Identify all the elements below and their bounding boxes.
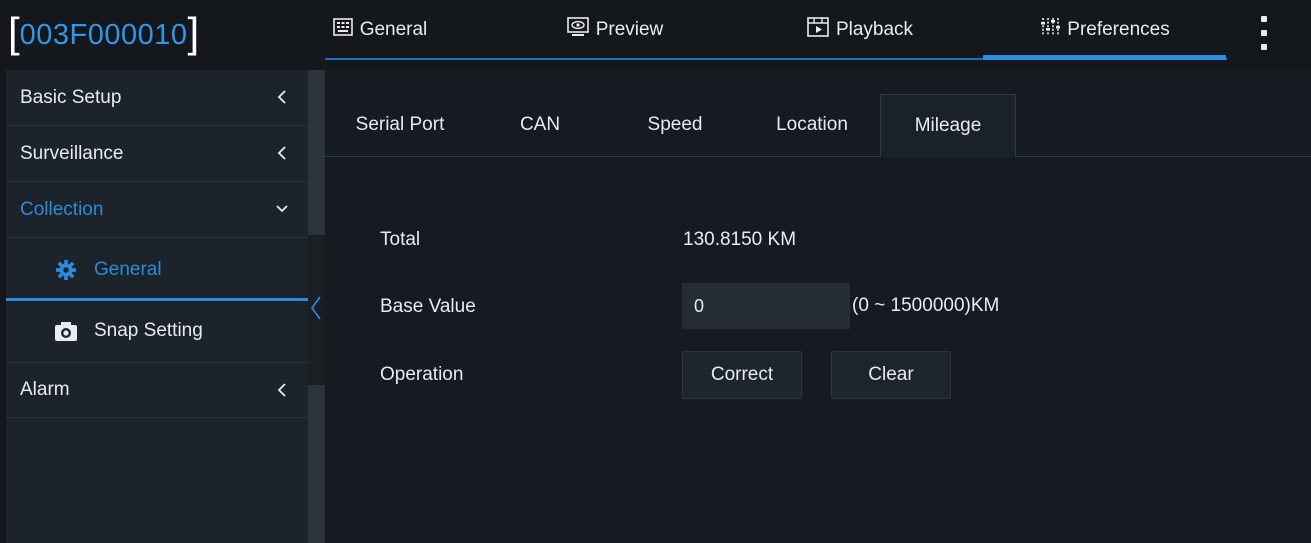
sidebar-item-basic-setup[interactable]: Basic Setup — [6, 70, 308, 126]
correct-button[interactable]: Correct — [682, 351, 802, 399]
nav-tab-preferences-label: Preferences — [1067, 19, 1170, 40]
subtab-bar: Serial Port CAN Speed Location Mileage — [325, 94, 1311, 157]
nav-active-indicator — [983, 55, 1226, 60]
chevron-left-icon — [277, 146, 286, 160]
sidebar-item-label: Alarm — [20, 379, 70, 400]
sidebar-item-label: Basic Setup — [20, 86, 122, 108]
chevron-left-icon — [277, 383, 286, 397]
gear-icon — [55, 259, 77, 281]
base-value-input[interactable] — [682, 283, 850, 329]
tab-label: Serial Port — [355, 114, 445, 135]
sidebar-item-label: Collection — [20, 198, 104, 220]
sidebar-item-alarm[interactable]: Alarm — [6, 362, 308, 418]
sidebar-subitem-general[interactable]: General — [6, 240, 308, 300]
sidebar-scrollbar-track — [308, 385, 325, 543]
more-vertical-icon[interactable] — [1258, 16, 1270, 50]
base-value-label: Base Value — [380, 296, 476, 317]
tab-mileage[interactable]: Mileage — [880, 94, 1016, 157]
tab-label: Mileage — [914, 114, 982, 136]
device-id-bracket-close: ] — [187, 9, 200, 56]
nav-tab-playback[interactable]: Playback — [795, 0, 925, 60]
chevron-left-icon — [277, 90, 286, 104]
nav-tab-general[interactable]: General — [320, 0, 440, 60]
sidebar: Basic Setup Surveillance Collection Gene… — [6, 70, 308, 543]
clear-button[interactable]: Clear — [831, 351, 951, 399]
nav-tab-general-label: General — [359, 19, 428, 40]
sidebar-item-surveillance[interactable]: Surveillance — [6, 126, 308, 182]
nav-tab-preferences[interactable]: Preferences — [1025, 0, 1185, 60]
device-id-label: [ 003F000010 ] — [8, 10, 199, 60]
tab-label: CAN — [519, 114, 561, 135]
nav-tab-playback-label: Playback — [835, 19, 914, 40]
nav-tab-preview-label: Preview — [595, 19, 664, 40]
sidebar-subitem-label: Snap Setting — [94, 320, 203, 341]
eye-icon — [566, 17, 589, 43]
device-id-text: 003F000010 — [19, 18, 188, 51]
sliders-icon — [1040, 17, 1061, 43]
tab-location[interactable]: Location — [755, 94, 869, 156]
base-value-range: (0 ~ 1500000)KM — [852, 295, 1000, 316]
chevron-down-icon — [276, 205, 288, 213]
sidebar-scrollbar-thumb[interactable] — [308, 70, 325, 235]
keyboard-icon — [332, 18, 353, 42]
sidebar-item-label: Surveillance — [20, 142, 124, 164]
tab-serial-port[interactable]: Serial Port — [333, 94, 467, 156]
total-value: 130.8150 KM — [683, 229, 797, 250]
tab-label: Speed — [647, 114, 703, 135]
device-id-bracket-open: [ — [8, 9, 20, 56]
total-label: Total — [380, 229, 421, 250]
collapse-sidebar-icon[interactable] — [309, 295, 323, 321]
operation-label: Operation — [380, 364, 464, 385]
tab-can[interactable]: CAN — [495, 94, 585, 156]
sidebar-subitem-label: General — [94, 259, 162, 280]
nav-tab-preview[interactable]: Preview — [555, 0, 675, 60]
playback-icon — [807, 17, 829, 43]
sidebar-item-collection[interactable]: Collection — [6, 182, 308, 238]
camera-icon — [55, 322, 77, 341]
sidebar-subitem-snap-setting[interactable]: Snap Setting — [6, 301, 308, 361]
top-bar: [ 003F000010 ] General Preview Playback … — [0, 0, 1311, 70]
tab-label: Location — [776, 114, 848, 135]
tab-speed[interactable]: Speed — [620, 94, 730, 156]
